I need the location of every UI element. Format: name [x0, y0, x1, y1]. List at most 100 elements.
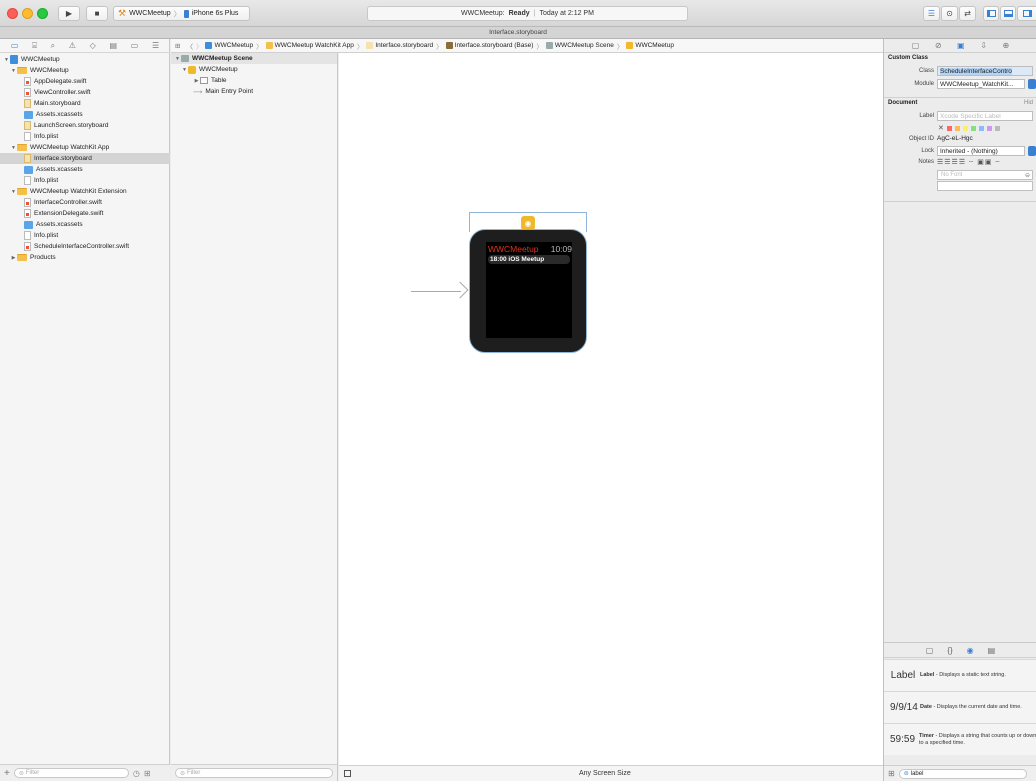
help-inspector-icon[interactable]: ⊘ — [935, 41, 942, 50]
navigator-item[interactable]: ▼ WWCMeetup WatchKit Extension — [0, 186, 170, 197]
navigator-item[interactable]: Main.storyboard — [0, 98, 170, 109]
breadcrumb-item[interactable]: WWCMeetup — [626, 42, 674, 49]
version-editor-button[interactable]: ⇄ — [959, 6, 976, 21]
navigator-item[interactable]: ▶ Products — [0, 252, 170, 263]
library-filter-input[interactable]: ⊜ label — [898, 768, 1027, 779]
watch-screen[interactable]: WWCMeetup 10:09 18:00 iOS Meetup — [486, 242, 572, 338]
outline-controller-row[interactable]: ▼ WWCMeetup — [171, 64, 337, 75]
navigator-item[interactable]: Info.plist — [0, 175, 170, 186]
disclosure-open-icon[interactable]: ▼ — [10, 68, 17, 74]
swatch-red[interactable] — [946, 125, 952, 131]
lock-select[interactable]: Inherited - (Nothing) — [937, 146, 1025, 156]
navigator-filter-input[interactable]: ⊜ Filter — [13, 768, 129, 778]
grid-view-icon[interactable]: ⊞ — [888, 769, 895, 778]
watch-table-row[interactable]: 18:00 iOS Meetup — [488, 255, 570, 264]
navigator-item[interactable]: Assets.xcassets — [0, 109, 170, 120]
scm-status-icon[interactable]: ⊞ — [144, 769, 151, 778]
connections-inspector-icon[interactable]: ⊕ — [1002, 41, 1009, 50]
show-outline-icon[interactable] — [344, 770, 351, 777]
navigator-item[interactable]: ScheduleInterfaceController.swift — [0, 241, 170, 252]
swatch-yellow[interactable] — [962, 125, 968, 131]
navigator-item[interactable]: ▼ WWCMeetup WatchKit App — [0, 142, 170, 153]
zoom-window-button[interactable] — [37, 8, 48, 19]
notes-textarea[interactable] — [937, 181, 1033, 191]
back-icon[interactable]: 〈 — [186, 41, 193, 51]
lock-dropdown-icon[interactable] — [1028, 146, 1036, 156]
library-item[interactable]: 9/9/14 Date - Displays the current date a… — [884, 691, 1036, 723]
navigator-item[interactable]: AppDelegate.swift — [0, 76, 170, 87]
attributes-inspector-icon[interactable]: ⇩ — [980, 41, 987, 50]
symbol-icon[interactable]: ⌸ — [32, 41, 37, 51]
code-snippet-icon[interactable]: {} — [947, 646, 952, 655]
font-field[interactable]: No Font ⊖ — [937, 170, 1033, 180]
navigator-item[interactable]: Assets.xcassets — [0, 164, 170, 175]
tab-interface-storyboard[interactable]: Interface.storyboard — [489, 29, 547, 36]
breadcrumb-item[interactable]: WWCMeetup Scene — [545, 42, 614, 49]
outline-entry-point-row[interactable]: ⟶ Main Entry Point — [171, 86, 337, 97]
related-items-icon[interactable]: ⊞ — [175, 42, 180, 50]
disclosure-closed-icon[interactable]: ▶ — [10, 255, 17, 261]
identity-inspector-icon[interactable]: ▣ — [957, 41, 965, 50]
outline-filter-input[interactable]: ⊜ Filter — [175, 768, 333, 778]
storyboard-canvas[interactable]: ◉ WWCMeetup 10:09 18:00 iOS Meetup — [339, 53, 883, 765]
scheme-selector[interactable]: ⚒ WWCMeetup 〉 iPhone 6s Plus — [113, 6, 250, 21]
hide-toggle[interactable]: Hid — [1024, 100, 1033, 106]
stop-button[interactable]: ■ — [86, 6, 108, 21]
clear-color-icon[interactable]: ✕ — [938, 124, 944, 132]
minimize-window-button[interactable] — [22, 8, 33, 19]
navigator-item[interactable]: ▼ WWCMeetup — [0, 65, 170, 76]
disclosure-open-icon[interactable]: ▼ — [3, 57, 10, 63]
library-item[interactable]: Label Label - Displays a static text stri… — [884, 659, 1036, 691]
navigator-item[interactable]: ViewController.swift — [0, 87, 170, 98]
toggle-utilities-button[interactable] — [1017, 6, 1036, 21]
navigator-item[interactable]: InterfaceController.swift — [0, 197, 170, 208]
breakpoint-icon[interactable]: ▭ — [131, 41, 139, 50]
interface-controller-icon[interactable]: ◉ — [521, 216, 535, 230]
media-library-icon[interactable]: ▤ — [988, 646, 996, 655]
class-field[interactable]: ScheduleInterfaceContro — [937, 66, 1033, 76]
watch-frame[interactable]: WWCMeetup 10:09 18:00 iOS Meetup — [469, 229, 587, 353]
font-picker-icon[interactable]: ⊖ — [1025, 172, 1032, 179]
close-window-button[interactable] — [7, 8, 18, 19]
standard-editor-button[interactable]: ☰ — [923, 6, 940, 21]
debug-icon[interactable]: ▤ — [109, 41, 117, 50]
notes-formatting-icons[interactable]: ☰☰☰☰ ┄ ▣▣ ┄ — [937, 158, 1001, 166]
library-item[interactable]: 59:59 Timer - Displays a string that coun… — [884, 723, 1036, 755]
warning-icon[interactable]: ⚠ — [69, 41, 76, 50]
scheme-name[interactable]: WWCMeetup — [129, 10, 171, 17]
disclosure-open-icon[interactable]: ▼ — [10, 189, 17, 195]
device-name[interactable]: iPhone 6s Plus — [192, 10, 239, 17]
breadcrumb-item[interactable]: Interface.storyboard (Base) — [445, 42, 533, 49]
navigator-item[interactable]: Info.plist — [0, 131, 170, 142]
disclosure-open-icon[interactable]: ▼ — [10, 145, 17, 151]
navigator-item[interactable]: ▼ WWCMeetup — [0, 54, 170, 65]
object-library-icon[interactable]: ◉ — [967, 646, 974, 655]
assistant-editor-button[interactable]: ⊙ — [941, 6, 958, 21]
toggle-navigator-button[interactable] — [983, 6, 999, 21]
navigator-item[interactable]: Interface.storyboard — [0, 153, 170, 164]
size-class-label[interactable]: Any Screen Size — [579, 770, 631, 777]
search-icon[interactable]: ⌕ — [51, 41, 55, 51]
run-button[interactable]: ▶ — [58, 6, 80, 21]
swatch-green[interactable] — [970, 125, 976, 131]
file-inspector-icon[interactable]: ▢ — [912, 41, 920, 50]
file-template-icon[interactable]: ▢ — [926, 646, 934, 655]
folder-icon[interactable]: ▭ — [11, 41, 19, 50]
breadcrumb-item[interactable]: Interface.storyboard — [366, 42, 433, 49]
module-field[interactable]: WWCMeetup_WatchKit... — [937, 79, 1025, 89]
swatch-orange[interactable] — [954, 125, 960, 131]
report-icon[interactable]: ☰ — [152, 41, 159, 50]
swatch-purple[interactable] — [986, 125, 992, 131]
outline-table-row[interactable]: ▶ Table — [171, 75, 337, 86]
test-icon[interactable]: ◇ — [90, 41, 96, 50]
swatch-gray[interactable] — [994, 125, 1000, 131]
breadcrumb-item[interactable]: WWCMeetup — [205, 42, 253, 49]
add-icon[interactable]: + — [4, 768, 10, 779]
breadcrumb-item[interactable]: WWCMeetup WatchKit App — [265, 42, 354, 49]
navigator-item[interactable]: ExtensionDelegate.swift — [0, 208, 170, 219]
doc-label-field[interactable]: Xcode Specific Label — [937, 111, 1033, 121]
forward-icon[interactable]: 〉 — [196, 41, 203, 51]
toggle-debug-button[interactable] — [1000, 6, 1016, 21]
module-dropdown-icon[interactable] — [1028, 79, 1036, 89]
navigator-item[interactable]: Info.plist — [0, 230, 170, 241]
